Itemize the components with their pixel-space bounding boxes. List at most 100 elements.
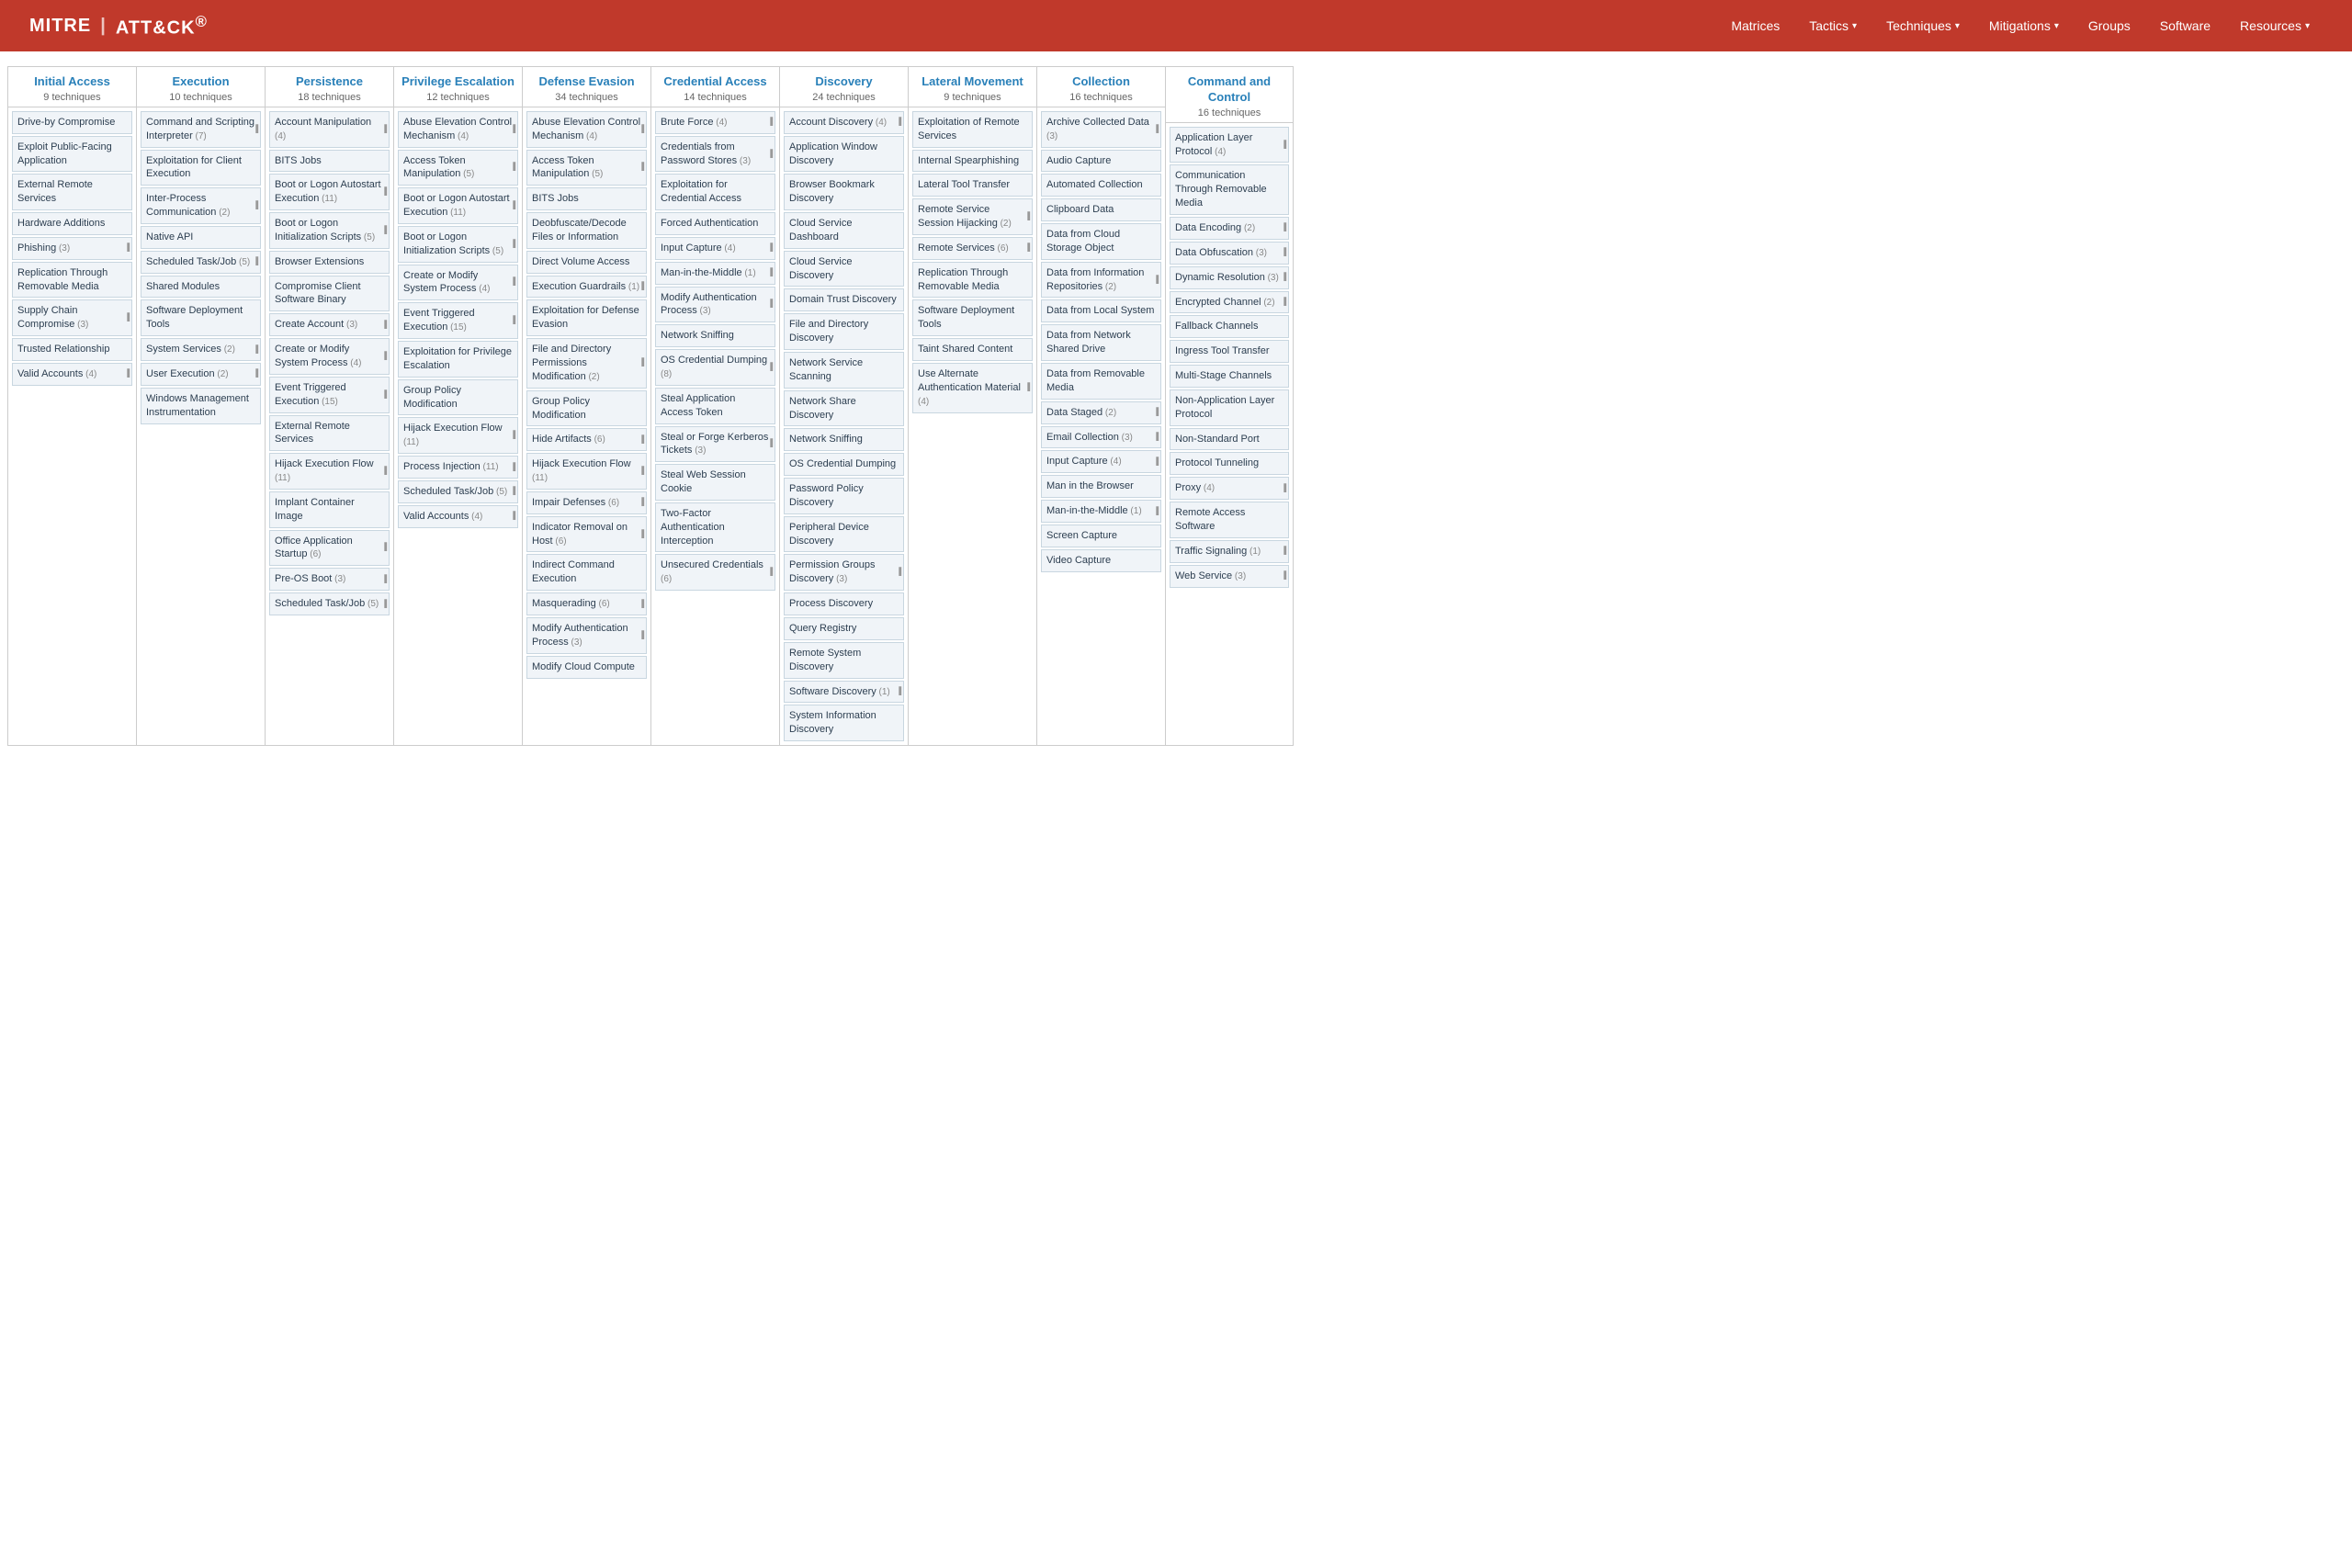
- technique-item[interactable]: Hijack Execution Flow (11): [269, 453, 390, 490]
- technique-item[interactable]: Software Deployment Tools: [912, 299, 1033, 336]
- technique-item[interactable]: Input Capture (4): [655, 237, 775, 260]
- technique-item[interactable]: Implant Container Image: [269, 491, 390, 528]
- tactic-name-0[interactable]: Initial Access: [12, 74, 132, 90]
- nav-matrices[interactable]: Matrices: [1718, 11, 1792, 40]
- technique-item[interactable]: Network Sniffing: [655, 324, 775, 347]
- tactic-name-7[interactable]: Lateral Movement: [912, 74, 1033, 90]
- technique-item[interactable]: Domain Trust Discovery: [784, 288, 904, 311]
- technique-item[interactable]: Man in the Browser: [1041, 475, 1161, 498]
- technique-item[interactable]: Video Capture: [1041, 549, 1161, 572]
- technique-item[interactable]: File and Directory Discovery: [784, 313, 904, 350]
- technique-item[interactable]: Data from Removable Media: [1041, 363, 1161, 400]
- technique-item[interactable]: Supply Chain Compromise (3): [12, 299, 132, 336]
- tactic-name-8[interactable]: Collection: [1041, 74, 1161, 90]
- technique-item[interactable]: Scheduled Task/Job (5): [141, 251, 261, 274]
- technique-item[interactable]: Web Service (3): [1170, 565, 1289, 588]
- technique-item[interactable]: Steal Web Session Cookie: [655, 464, 775, 501]
- technique-item[interactable]: Automated Collection: [1041, 174, 1161, 197]
- technique-item[interactable]: Hijack Execution Flow (11): [398, 417, 518, 454]
- technique-item[interactable]: Man-in-the-Middle (1): [655, 262, 775, 285]
- technique-item[interactable]: Shared Modules: [141, 276, 261, 299]
- technique-item[interactable]: Ingress Tool Transfer: [1170, 340, 1289, 363]
- technique-item[interactable]: Group Policy Modification: [398, 379, 518, 416]
- technique-item[interactable]: Modify Authentication Process (3): [526, 617, 647, 654]
- technique-item[interactable]: Office Application Startup (6): [269, 530, 390, 567]
- technique-item[interactable]: OS Credential Dumping (8): [655, 349, 775, 386]
- technique-item[interactable]: Create or Modify System Process (4): [269, 338, 390, 375]
- technique-item[interactable]: Account Discovery (4): [784, 111, 904, 134]
- technique-item[interactable]: Boot or Logon Autostart Execution (11): [398, 187, 518, 224]
- technique-item[interactable]: Inter-Process Communication (2): [141, 187, 261, 224]
- technique-item[interactable]: Application Window Discovery: [784, 136, 904, 173]
- technique-item[interactable]: Forced Authentication: [655, 212, 775, 235]
- technique-item[interactable]: Replication Through Removable Media: [912, 262, 1033, 299]
- technique-item[interactable]: Communication Through Removable Media: [1170, 164, 1289, 215]
- technique-item[interactable]: Network Sniffing: [784, 428, 904, 451]
- technique-item[interactable]: Permission Groups Discovery (3): [784, 554, 904, 591]
- technique-item[interactable]: Software Discovery (1): [784, 681, 904, 704]
- technique-item[interactable]: Proxy (4): [1170, 477, 1289, 500]
- tactic-name-1[interactable]: Execution: [141, 74, 261, 90]
- technique-item[interactable]: Access Token Manipulation (5): [398, 150, 518, 186]
- technique-item[interactable]: Remote Access Software: [1170, 502, 1289, 538]
- technique-item[interactable]: Command and Scripting Interpreter (7): [141, 111, 261, 148]
- technique-item[interactable]: Archive Collected Data (3): [1041, 111, 1161, 148]
- technique-item[interactable]: Valid Accounts (4): [12, 363, 132, 386]
- technique-item[interactable]: Cloud Service Dashboard: [784, 212, 904, 249]
- tactic-name-3[interactable]: Privilege Escalation: [398, 74, 518, 90]
- technique-item[interactable]: Browser Extensions: [269, 251, 390, 274]
- technique-item[interactable]: Network Service Scanning: [784, 352, 904, 389]
- technique-item[interactable]: Exploitation of Remote Services: [912, 111, 1033, 148]
- technique-item[interactable]: Modify Authentication Process (3): [655, 287, 775, 323]
- technique-item[interactable]: Phishing (3): [12, 237, 132, 260]
- technique-item[interactable]: Two-Factor Authentication Interception: [655, 502, 775, 553]
- technique-item[interactable]: Valid Accounts (4): [398, 505, 518, 528]
- technique-item[interactable]: Trusted Relationship: [12, 338, 132, 361]
- technique-item[interactable]: Impair Defenses (6): [526, 491, 647, 514]
- technique-item[interactable]: Multi-Stage Channels: [1170, 365, 1289, 388]
- technique-item[interactable]: Dynamic Resolution (3): [1170, 266, 1289, 289]
- technique-item[interactable]: Scheduled Task/Job (5): [398, 480, 518, 503]
- technique-item[interactable]: Exploit Public-Facing Application: [12, 136, 132, 173]
- technique-item[interactable]: Application Layer Protocol (4): [1170, 127, 1289, 164]
- technique-item[interactable]: Password Policy Discovery: [784, 478, 904, 514]
- technique-item[interactable]: Exploitation for Defense Evasion: [526, 299, 647, 336]
- technique-item[interactable]: Encrypted Channel (2): [1170, 291, 1289, 314]
- technique-item[interactable]: Data Staged (2): [1041, 401, 1161, 424]
- technique-item[interactable]: Data from Local System: [1041, 299, 1161, 322]
- technique-item[interactable]: Exploitation for Client Execution: [141, 150, 261, 186]
- technique-item[interactable]: System Information Discovery: [784, 705, 904, 741]
- technique-item[interactable]: Internal Spearphishing: [912, 150, 1033, 173]
- technique-item[interactable]: Remote Service Session Hijacking (2): [912, 198, 1033, 235]
- nav-software[interactable]: Software: [2147, 11, 2223, 40]
- technique-item[interactable]: Access Token Manipulation (5): [526, 150, 647, 186]
- technique-item[interactable]: Data from Information Repositories (2): [1041, 262, 1161, 299]
- logo[interactable]: MITRE | ATT&CK®: [29, 13, 208, 39]
- technique-item[interactable]: Traffic Signaling (1): [1170, 540, 1289, 563]
- tactic-name-2[interactable]: Persistence: [269, 74, 390, 90]
- technique-item[interactable]: Protocol Tunneling: [1170, 452, 1289, 475]
- technique-item[interactable]: Data Obfuscation (3): [1170, 242, 1289, 265]
- technique-item[interactable]: Group Policy Modification: [526, 390, 647, 427]
- technique-item[interactable]: Unsecured Credentials (6): [655, 554, 775, 591]
- technique-item[interactable]: BITS Jobs: [269, 150, 390, 173]
- technique-item[interactable]: Modify Cloud Compute: [526, 656, 647, 679]
- technique-item[interactable]: Boot or Logon Initialization Scripts (5): [398, 226, 518, 263]
- technique-item[interactable]: Abuse Elevation Control Mechanism (4): [526, 111, 647, 148]
- technique-item[interactable]: Steal Application Access Token: [655, 388, 775, 424]
- technique-item[interactable]: Hardware Additions: [12, 212, 132, 235]
- technique-item[interactable]: Data from Cloud Storage Object: [1041, 223, 1161, 260]
- technique-item[interactable]: Clipboard Data: [1041, 198, 1161, 221]
- technique-item[interactable]: BITS Jobs: [526, 187, 647, 210]
- technique-item[interactable]: Pre-OS Boot (3): [269, 568, 390, 591]
- technique-item[interactable]: Create Account (3): [269, 313, 390, 336]
- technique-item[interactable]: Non-Application Layer Protocol: [1170, 389, 1289, 426]
- technique-item[interactable]: Data from Network Shared Drive: [1041, 324, 1161, 361]
- technique-item[interactable]: Use Alternate Authentication Material (4…: [912, 363, 1033, 413]
- technique-item[interactable]: Direct Volume Access: [526, 251, 647, 274]
- tactic-name-4[interactable]: Defense Evasion: [526, 74, 647, 90]
- technique-item[interactable]: Windows Management Instrumentation: [141, 388, 261, 424]
- technique-item[interactable]: Credentials from Password Stores (3): [655, 136, 775, 173]
- technique-item[interactable]: Execution Guardrails (1): [526, 276, 647, 299]
- technique-item[interactable]: Drive-by Compromise: [12, 111, 132, 134]
